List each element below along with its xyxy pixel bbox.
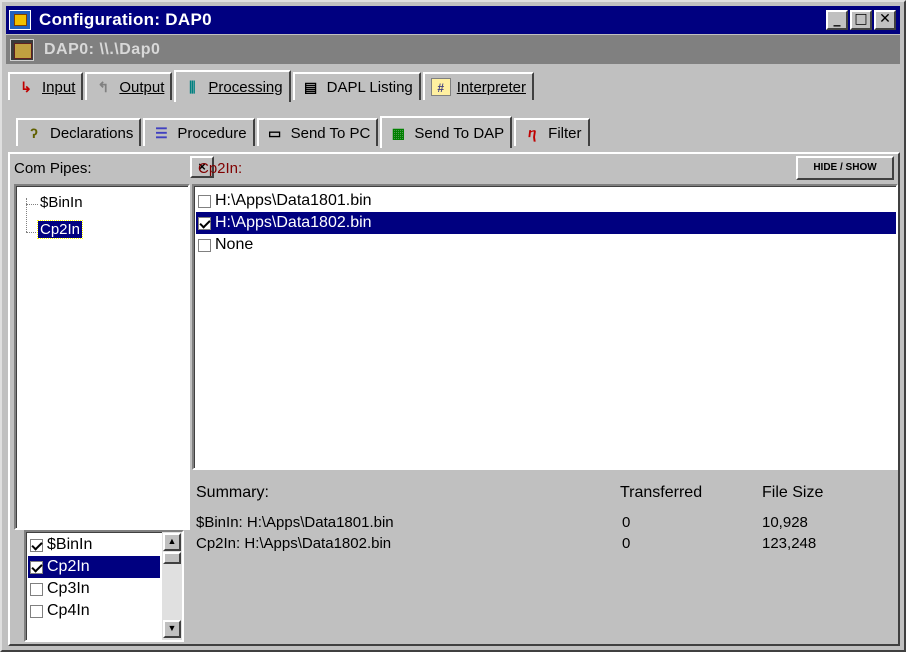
interpreter-icon: # <box>430 78 451 96</box>
tree-item-binin[interactable]: $BinIn <box>38 194 85 211</box>
summary-row-size: 123,248 <box>762 535 817 552</box>
tab-filter[interactable]: ⴄ Filter <box>514 118 590 146</box>
summary-row-size: 10,928 <box>762 514 808 531</box>
com-pipes-label: Com Pipes: <box>14 160 92 177</box>
checkbox[interactable] <box>30 560 43 574</box>
listing-icon: ▤ <box>303 79 318 95</box>
list-item[interactable]: Cp4In <box>28 600 160 622</box>
summary-heading: Summary: <box>196 484 269 501</box>
main-tab-row: ↳ Input ↰ Output ⫼ Processing ▤ DAPL Lis… <box>8 70 536 102</box>
checkbox[interactable] <box>198 194 211 208</box>
tab-send-to-pc[interactable]: ▭ Send To PC <box>256 118 379 146</box>
tab-dapl-listing[interactable]: ▤ DAPL Listing <box>292 72 421 100</box>
tab-send-to-dap[interactable]: ▦ Send To DAP <box>380 116 513 148</box>
list-item[interactable]: H:\Apps\Data1801.bin <box>196 190 896 212</box>
tab-declarations[interactable]: ʔ Declarations <box>16 118 142 146</box>
device-icon <box>10 38 34 61</box>
input-icon: ↳ <box>20 79 32 95</box>
pipe-tree[interactable]: $BinIn Cp2In <box>14 184 190 530</box>
filesize-header: File Size <box>762 484 824 501</box>
checkbox[interactable] <box>198 216 211 230</box>
tab-interpreter[interactable]: # Interpreter <box>422 72 534 100</box>
checkbox[interactable] <box>30 538 43 552</box>
filter-icon: ⴄ <box>528 125 537 141</box>
checklist-scrollbar[interactable]: ▲ ▼ <box>162 532 182 640</box>
sub-tab-row: ʔ Declarations ☰ Procedure ▭ Send To PC … <box>16 116 592 148</box>
summary-row-transferred: 0 <box>622 535 631 552</box>
hide-show-button[interactable]: HIDE / SHOW <box>796 156 894 180</box>
summary-row-transferred: 0 <box>622 514 631 531</box>
tab-input[interactable]: ↳ Input <box>8 72 84 100</box>
scroll-up-arrow-icon[interactable]: ▲ <box>163 533 181 551</box>
scroll-thumb[interactable] <box>163 552 181 564</box>
procedure-icon: ☰ <box>155 125 168 141</box>
list-item[interactable]: Cp2In <box>28 556 160 578</box>
tree-item-cp2in[interactable]: Cp2In <box>36 220 84 239</box>
scroll-down-arrow-icon[interactable]: ▼ <box>163 620 181 638</box>
send-to-dap-panel: Com Pipes: × Cp2In: HIDE / SHOW $BinIn C… <box>8 152 900 646</box>
title-bar[interactable]: Configuration: DAP0 _ □ ✕ <box>6 6 900 34</box>
checkbox[interactable] <box>198 238 211 252</box>
window-title: Configuration: DAP0 <box>39 10 212 29</box>
summary-row-name: Cp2In: H:\Apps\Data1802.bin <box>196 535 392 552</box>
tab-output[interactable]: ↰ Output <box>85 72 173 100</box>
list-item[interactable]: H:\Apps\Data1802.bin <box>196 212 896 234</box>
list-item[interactable]: None <box>196 234 896 256</box>
dap-icon: ▦ <box>391 125 405 141</box>
maximize-button[interactable]: □ <box>850 10 872 30</box>
pipe-checklist[interactable]: $BinIn Cp2In Cp3In Cp4In ▲ ▼ <box>24 530 184 642</box>
declarations-icon: ʔ <box>30 125 38 141</box>
minimize-button[interactable]: _ <box>826 10 848 30</box>
file-list[interactable]: H:\Apps\Data1801.bin H:\Apps\Data1802.bi… <box>192 184 898 470</box>
pc-icon: ▭ <box>267 125 282 141</box>
summary-row-name: $BinIn: H:\Apps\Data1801.bin <box>196 514 394 531</box>
device-bar: DAP0: \\.\Dap0 <box>6 35 900 64</box>
app-icon <box>9 10 31 30</box>
pipe-label: Cp2In: <box>198 160 243 177</box>
output-icon: ↰ <box>97 79 110 95</box>
tab-processing[interactable]: ⫼ Processing <box>174 70 291 102</box>
processing-icon: ⫼ <box>189 79 196 95</box>
transferred-header: Transferred <box>620 484 703 501</box>
checkbox[interactable] <box>30 604 43 618</box>
configuration-window: Configuration: DAP0 _ □ ✕ DAP0: \\.\Dap0… <box>0 0 906 652</box>
list-item[interactable]: Cp3In <box>28 578 160 600</box>
tab-procedure[interactable]: ☰ Procedure <box>143 118 255 146</box>
device-title: DAP0: \\.\Dap0 <box>44 40 161 58</box>
close-button[interactable]: ✕ <box>874 10 896 30</box>
list-item[interactable]: $BinIn <box>28 534 160 556</box>
checkbox[interactable] <box>30 582 43 596</box>
